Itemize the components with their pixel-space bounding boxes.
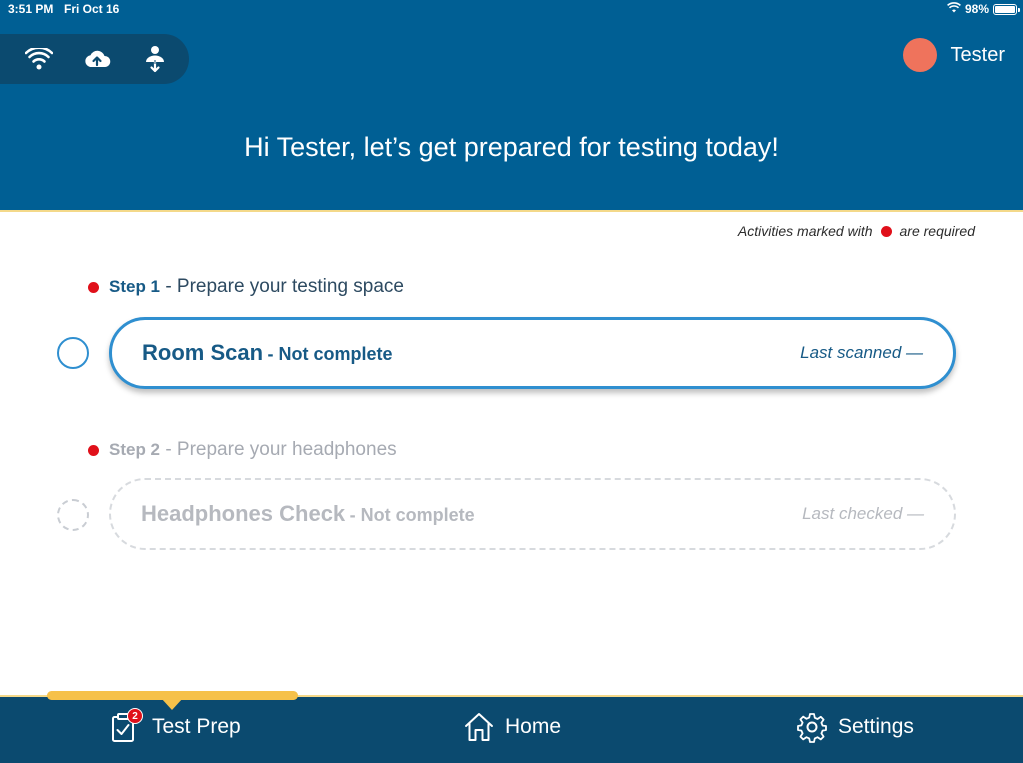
user-name: Tester <box>950 43 1005 66</box>
step-number: Step 2 <box>109 440 161 459</box>
room-scan-card[interactable]: Room Scan - Not complete Last scanned — <box>109 317 956 389</box>
battery-cap <box>1018 7 1020 12</box>
headphones-check-title: Headphones Check <box>141 501 346 526</box>
step-1-label: Step 1 - Prepare your testing space <box>88 276 404 298</box>
headphones-check-status: - Not complete <box>349 505 475 525</box>
active-tab-caret <box>161 698 183 710</box>
battery-percent: 98% <box>964 2 989 16</box>
step-title: - Prepare your testing space <box>165 276 404 297</box>
required-note-suffix: are required <box>899 223 976 239</box>
required-dot-icon <box>88 444 99 456</box>
step-2-label: Step 2 - Prepare your headphones <box>88 439 397 461</box>
headphones-check-status-circle <box>57 499 89 531</box>
status-time: 3:51 PM <box>8 2 54 16</box>
wifi-icon[interactable] <box>24 44 54 74</box>
app-header: 3:51 PM Fri Oct 16 98% Tester Hi Tester,… <box>0 0 1023 211</box>
headphones-last-checked: Last checked — <box>802 504 924 523</box>
headphones-check-card: Headphones Check - Not complete Last che… <box>109 478 956 550</box>
nav-label: Home <box>505 715 562 738</box>
nav-tab-home[interactable]: Home <box>463 711 561 743</box>
page-greeting: Hi Tester, let’s get prepared for testin… <box>244 132 779 162</box>
avatar[interactable] <box>902 38 937 72</box>
home-icon <box>463 711 495 743</box>
step-title: - Prepare your headphones <box>165 439 397 460</box>
nav-label: Settings <box>838 715 914 738</box>
battery-fill <box>995 5 1015 13</box>
gear-icon <box>796 711 828 743</box>
connection-status-pill[interactable] <box>0 34 189 84</box>
room-scan-status-circle <box>57 337 89 369</box>
bottom-nav: 2 Test Prep Home Settings <box>0 697 1023 763</box>
clipboard-check-icon: 2 <box>110 708 143 743</box>
header-divider <box>0 210 1023 212</box>
step-number: Step 1 <box>109 277 161 296</box>
nav-tab-settings[interactable]: Settings <box>796 711 914 743</box>
status-right: 98% <box>947 2 1020 16</box>
required-note: Activities marked with are required <box>738 223 975 239</box>
required-note-prefix: Activities marked with <box>737 223 873 239</box>
required-dot-icon <box>88 281 99 293</box>
status-wifi-icon <box>947 2 961 16</box>
user-profile[interactable]: Tester <box>902 38 1005 72</box>
battery-icon <box>993 3 1020 15</box>
cloud-upload-icon[interactable] <box>82 44 112 74</box>
notification-badge: 2 <box>127 708 143 724</box>
nav-label: Test Prep <box>152 715 241 738</box>
status-date: Fri Oct 16 <box>64 2 120 16</box>
room-scan-last-scanned: Last scanned — <box>800 343 923 362</box>
room-scan-status: - Not complete <box>267 344 393 364</box>
required-dot-icon <box>880 225 892 237</box>
nav-tab-test-prep[interactable]: 2 Test Prep <box>110 708 241 743</box>
status-bar: 3:51 PM Fri Oct 16 98% <box>0 0 1023 18</box>
user-download-icon[interactable] <box>140 44 170 74</box>
room-scan-title: Room Scan <box>142 340 264 365</box>
